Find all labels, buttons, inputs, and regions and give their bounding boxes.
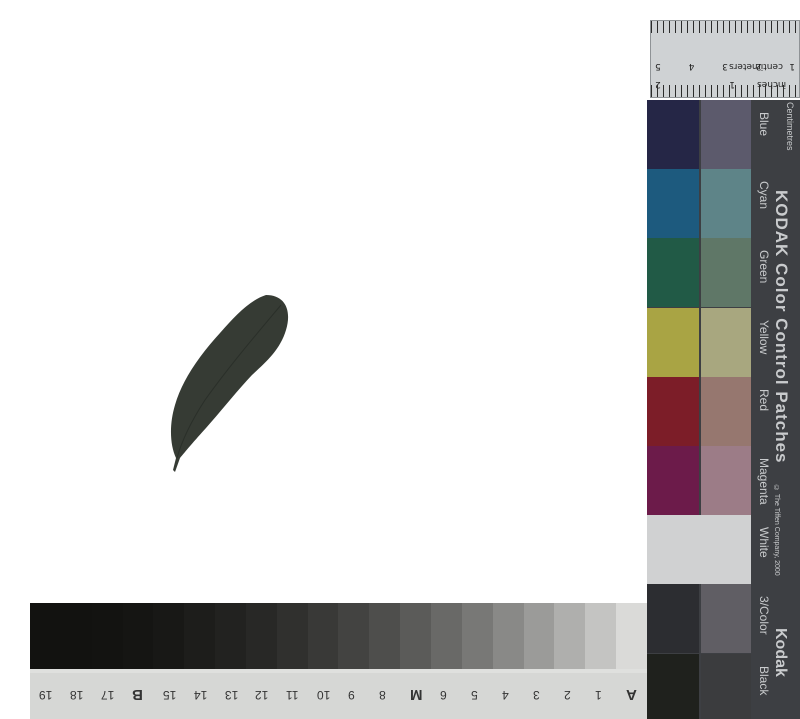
- gray-step: [585, 603, 617, 669]
- kodak-brand: Kodak: [772, 628, 789, 677]
- patch-label: Magenta: [757, 458, 771, 505]
- leaf-blade: [170, 295, 289, 472]
- top-edge-label: Centimetres: [785, 102, 795, 151]
- gray-step: [492, 603, 524, 669]
- ruler-cm-label: centimeters: [729, 61, 783, 71]
- ruler-ticks-bottom: [651, 85, 799, 97]
- gray-step-label: 10: [317, 688, 331, 702]
- gray-step-label: 4: [502, 688, 509, 702]
- gray-scale-steps: [30, 603, 647, 669]
- gray-step-label: 12: [255, 688, 269, 702]
- patch-3-color-light: [701, 584, 751, 653]
- patch-yellow-dark: [647, 308, 699, 377]
- patch-green-dark: [647, 238, 699, 307]
- patch-magenta-dark: [647, 446, 699, 515]
- gray-step: [60, 603, 92, 669]
- chart-copyright: © The Tiffen Company, 2000: [773, 485, 780, 576]
- gray-step: [523, 603, 555, 669]
- patch-black-dark: [647, 654, 699, 719]
- gray-step-label: 6: [440, 688, 447, 702]
- gray-scale-strip: 19 18 17 B 15 14 13 12 11 10 9 8 M 6 5 4 3 2 1 A: [30, 603, 647, 719]
- gray-step-label: 5: [471, 688, 478, 702]
- gray-scale-labels: 19 18 17 B 15 14 13 12 11 10 9 8 M 6 5 4 3 2 1 A: [30, 673, 647, 719]
- patch-label: White: [757, 527, 771, 558]
- gray-step-label: M: [410, 686, 423, 703]
- color-control-chart: Blue Cyan Green Yellow Red Magenta White 3/Colo…: [647, 100, 800, 719]
- ruler-ticks-top: [651, 21, 799, 33]
- gray-step: [276, 603, 308, 669]
- patch-black-light: [701, 654, 751, 719]
- gray-step: [616, 603, 647, 669]
- gray-step-label: 9: [348, 688, 355, 702]
- gray-step-label: 15: [163, 688, 177, 702]
- patch-cyan-dark: [647, 169, 699, 238]
- gray-step: [400, 603, 431, 669]
- patch-label: Yellow: [757, 320, 771, 355]
- chart-title: KODAK Color Control Patches: [772, 190, 791, 464]
- gray-step: [153, 603, 185, 669]
- patch-label: Blue: [757, 112, 771, 137]
- gray-step: [184, 603, 216, 669]
- patch-3-color-dark: [647, 584, 699, 653]
- gray-step: [122, 603, 154, 669]
- patch-label: Red: [757, 389, 771, 412]
- patch-label: Green: [757, 250, 771, 284]
- gray-step: [30, 603, 61, 669]
- gray-step: [461, 603, 493, 669]
- patch-white-dark: [647, 515, 751, 584]
- gray-step-label: 18: [70, 688, 84, 702]
- patch-red-light: [701, 377, 751, 446]
- patch-yellow-light: [701, 308, 751, 377]
- gray-step-label: 8: [379, 688, 386, 702]
- gray-step-label: 2: [564, 688, 571, 702]
- patch-label: Cyan: [757, 181, 771, 210]
- gray-step: [245, 603, 277, 669]
- gray-step: [338, 603, 370, 669]
- gray-step-label: 3: [533, 688, 540, 702]
- patch-label: 3/Color: [757, 596, 771, 635]
- gray-step-label: 13: [225, 688, 239, 702]
- gray-step-label: 11: [286, 688, 299, 702]
- gray-step-label: A: [626, 686, 637, 703]
- herbarium-scan: 1 2 3 4 5 centimeters 1 2 inches Blue Cya…: [0, 0, 800, 719]
- gray-step: [430, 603, 462, 669]
- gray-step-label: 1: [595, 688, 602, 702]
- patch-red-dark: [647, 377, 699, 446]
- patch-blue-light: [701, 100, 751, 169]
- gray-step-label: B: [132, 686, 143, 703]
- gray-step: [91, 603, 123, 669]
- patch-magenta-light: [701, 446, 751, 515]
- gray-step-label: 19: [39, 688, 53, 702]
- gray-step-label: 17: [101, 688, 115, 702]
- measurement-ruler: 1 2 3 4 5 centimeters 1 2 inches: [650, 20, 800, 98]
- patch-green-light: [701, 238, 751, 307]
- gray-step: [369, 603, 401, 669]
- gray-step: [215, 603, 246, 669]
- patch-cyan-light: [701, 169, 751, 238]
- patch-blue-dark: [647, 100, 699, 169]
- gray-step-label: 14: [194, 688, 208, 702]
- patch-label: Black: [757, 666, 771, 696]
- gray-step: [554, 603, 586, 669]
- gray-step: [307, 603, 339, 669]
